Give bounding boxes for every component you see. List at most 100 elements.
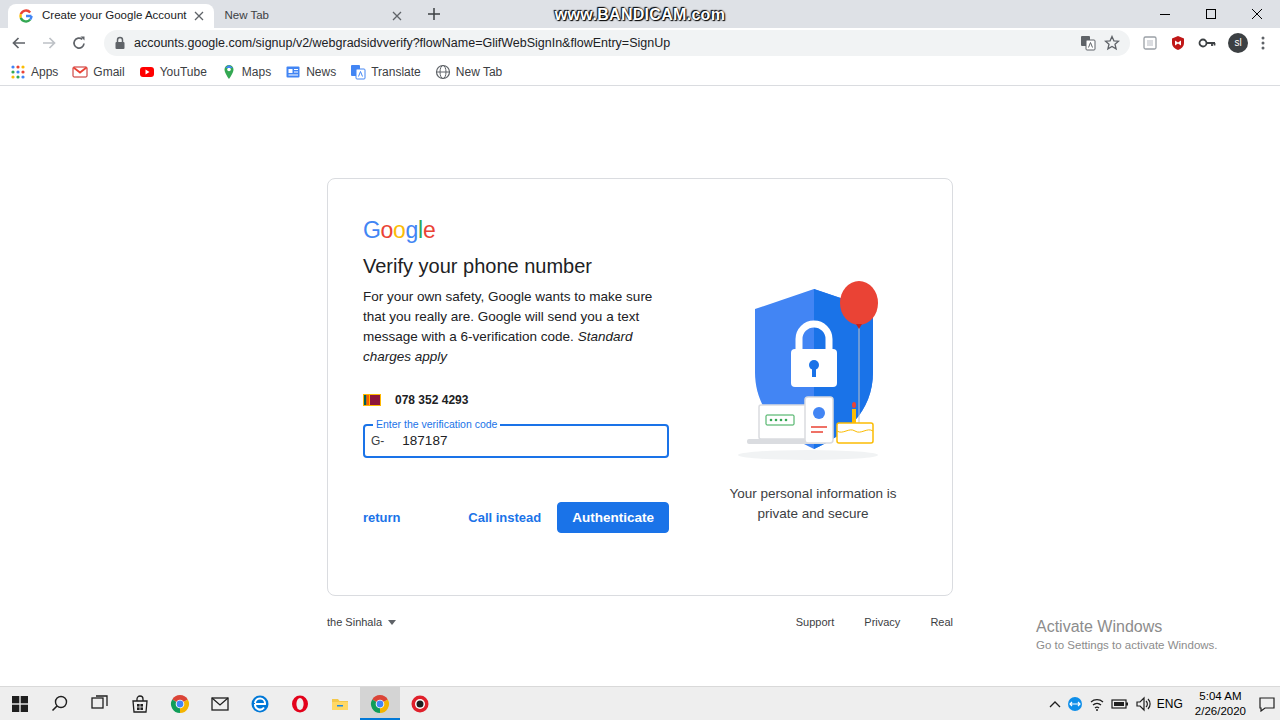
address-bar[interactable]: accounts.google.com/signup/v2/webgradsid… [104, 30, 1130, 56]
phone-number: 078 352 4293 [395, 391, 468, 409]
bookmark-star-icon[interactable] [1104, 35, 1120, 51]
taskbar-button[interactable] [360, 687, 400, 720]
show-hidden-icon[interactable] [1049, 700, 1061, 708]
bookmark-item[interactable]: News [285, 63, 336, 81]
activation-watermark: Activate WindowsGo to Settings to activa… [1036, 617, 1218, 653]
translate-icon [350, 64, 366, 80]
sri-lanka-flag-icon [363, 394, 381, 406]
globe-icon [435, 64, 451, 80]
search-icon [50, 694, 70, 714]
notifications-icon[interactable] [1258, 696, 1276, 712]
taskbar-button[interactable] [40, 687, 80, 720]
battery-icon[interactable] [1111, 698, 1129, 710]
bookmark-label: Translate [371, 63, 421, 81]
authenticate-button[interactable]: Authenticate [557, 502, 669, 533]
tab-title: New Tab [224, 7, 384, 24]
tab-title: Create your Google Account [42, 7, 186, 24]
google-logo: Google [363, 217, 669, 243]
new-tab-icon[interactable] [420, 2, 448, 26]
footer-link[interactable]: Real [930, 614, 953, 631]
bookmark-label: Gmail [93, 63, 124, 81]
page-heading: Verify your phone number [363, 253, 669, 279]
form-column: GoogleVerify your phone numberFor your o… [363, 217, 669, 533]
menu-dots-icon[interactable] [1260, 35, 1266, 51]
taskbar-button[interactable] [240, 687, 280, 720]
news-icon [285, 64, 301, 80]
close-tab-icon[interactable] [392, 11, 402, 21]
bookmark-label: Apps [31, 63, 58, 81]
verification-code-input[interactable] [384, 427, 667, 455]
edge-icon [250, 694, 270, 714]
bookmark-item[interactable]: Apps [10, 63, 58, 81]
gmail-icon [72, 64, 88, 80]
return-link[interactable]: return [363, 508, 401, 528]
footer-links: Support Privacy Real [796, 614, 953, 631]
taskbar-button[interactable] [0, 687, 40, 720]
close-window-icon[interactable] [1234, 0, 1280, 28]
extension-icon[interactable] [1142, 35, 1158, 51]
clock-time: 5:04 AM [1195, 689, 1246, 704]
taskbar-button[interactable] [120, 687, 160, 720]
dropdown-arrow-icon [388, 620, 396, 625]
logo-letter: e [423, 217, 436, 243]
profile-avatar[interactable]: sl [1228, 33, 1248, 53]
clock[interactable]: 5:04 AM2/26/2020 [1189, 689, 1252, 719]
field-label: Enter the verification code [373, 418, 500, 431]
close-tab-icon[interactable] [194, 11, 204, 21]
address-text[interactable]: accounts.google.com/signup/v2/webgradsid… [134, 34, 1072, 53]
chrome-icon [170, 694, 190, 714]
opera-icon [290, 694, 310, 714]
teamviewer-icon[interactable] [1067, 696, 1083, 712]
password-key-icon[interactable] [1198, 35, 1216, 51]
activation-title: Activate Windows [1036, 617, 1218, 637]
logo-letter: o [393, 217, 406, 243]
reload-icon[interactable] [66, 30, 92, 56]
network-icon[interactable] [1089, 696, 1105, 712]
phone-number-row: 078 352 4293 [363, 391, 669, 409]
store-icon [130, 694, 150, 714]
footer-link[interactable]: Support [796, 614, 835, 631]
taskbar-button[interactable] [280, 687, 320, 720]
bookmark-item[interactable]: Translate [350, 63, 421, 81]
browser-toolbar: accounts.google.com/signup/v2/webgradsid… [0, 28, 1280, 58]
volume-icon[interactable] [1135, 696, 1151, 712]
taskbar-button[interactable] [160, 687, 200, 720]
taskbar-button[interactable] [400, 687, 440, 720]
verification-code-field[interactable]: Enter the verification codeG- [363, 424, 669, 458]
taskbar-button[interactable] [200, 687, 240, 720]
system-tray: ENG 5:04 AM2/26/2020 [1049, 689, 1280, 719]
tab-list: Create your Google Account New Tab [0, 0, 448, 28]
maximize-icon[interactable] [1188, 0, 1234, 28]
taskbar-button[interactable] [320, 687, 360, 720]
bookmark-item[interactable]: Maps [221, 63, 271, 81]
browser-tab[interactable]: Create your Google Account [8, 4, 214, 28]
translate-icon[interactable] [1080, 35, 1096, 51]
bookmark-label: New Tab [456, 63, 502, 81]
bookmark-item[interactable]: New Tab [435, 63, 502, 81]
language-select[interactable]: the Sinhala [327, 614, 396, 631]
bookmark-item[interactable]: YouTube [139, 63, 207, 81]
mcafee-shield-icon[interactable] [1170, 35, 1186, 51]
call-instead-link[interactable]: Call instead [468, 508, 541, 528]
logo-letter: l [418, 217, 423, 243]
taskbar: ENG 5:04 AM2/26/2020 [0, 686, 1280, 720]
clock-date: 2/26/2020 [1195, 704, 1246, 719]
bookmarks-bar: Apps Gmail YouTube Maps News Translate New Tab [0, 58, 1280, 86]
google-favicon-icon [18, 8, 34, 24]
bandicam-icon [410, 694, 430, 714]
input-language[interactable]: ENG [1157, 695, 1183, 713]
footer-link[interactable]: Privacy [864, 614, 900, 631]
bookmark-label: YouTube [160, 63, 207, 81]
browser-tab[interactable]: New Tab [214, 4, 412, 28]
taskbar-button[interactable] [80, 687, 120, 720]
minimize-icon[interactable] [1142, 0, 1188, 28]
form-actions: return Call instead Authenticate [363, 502, 669, 533]
bookmark-item[interactable]: Gmail [72, 63, 124, 81]
start-icon [10, 694, 30, 714]
logo-letter: G [363, 217, 381, 243]
window-controls [1142, 0, 1280, 28]
apps-icon [10, 64, 26, 80]
activation-subtitle: Go to Settings to activate Windows. [1036, 637, 1218, 653]
verify-card: GoogleVerify your phone numberFor your o… [327, 178, 953, 596]
back-icon[interactable] [6, 30, 32, 56]
